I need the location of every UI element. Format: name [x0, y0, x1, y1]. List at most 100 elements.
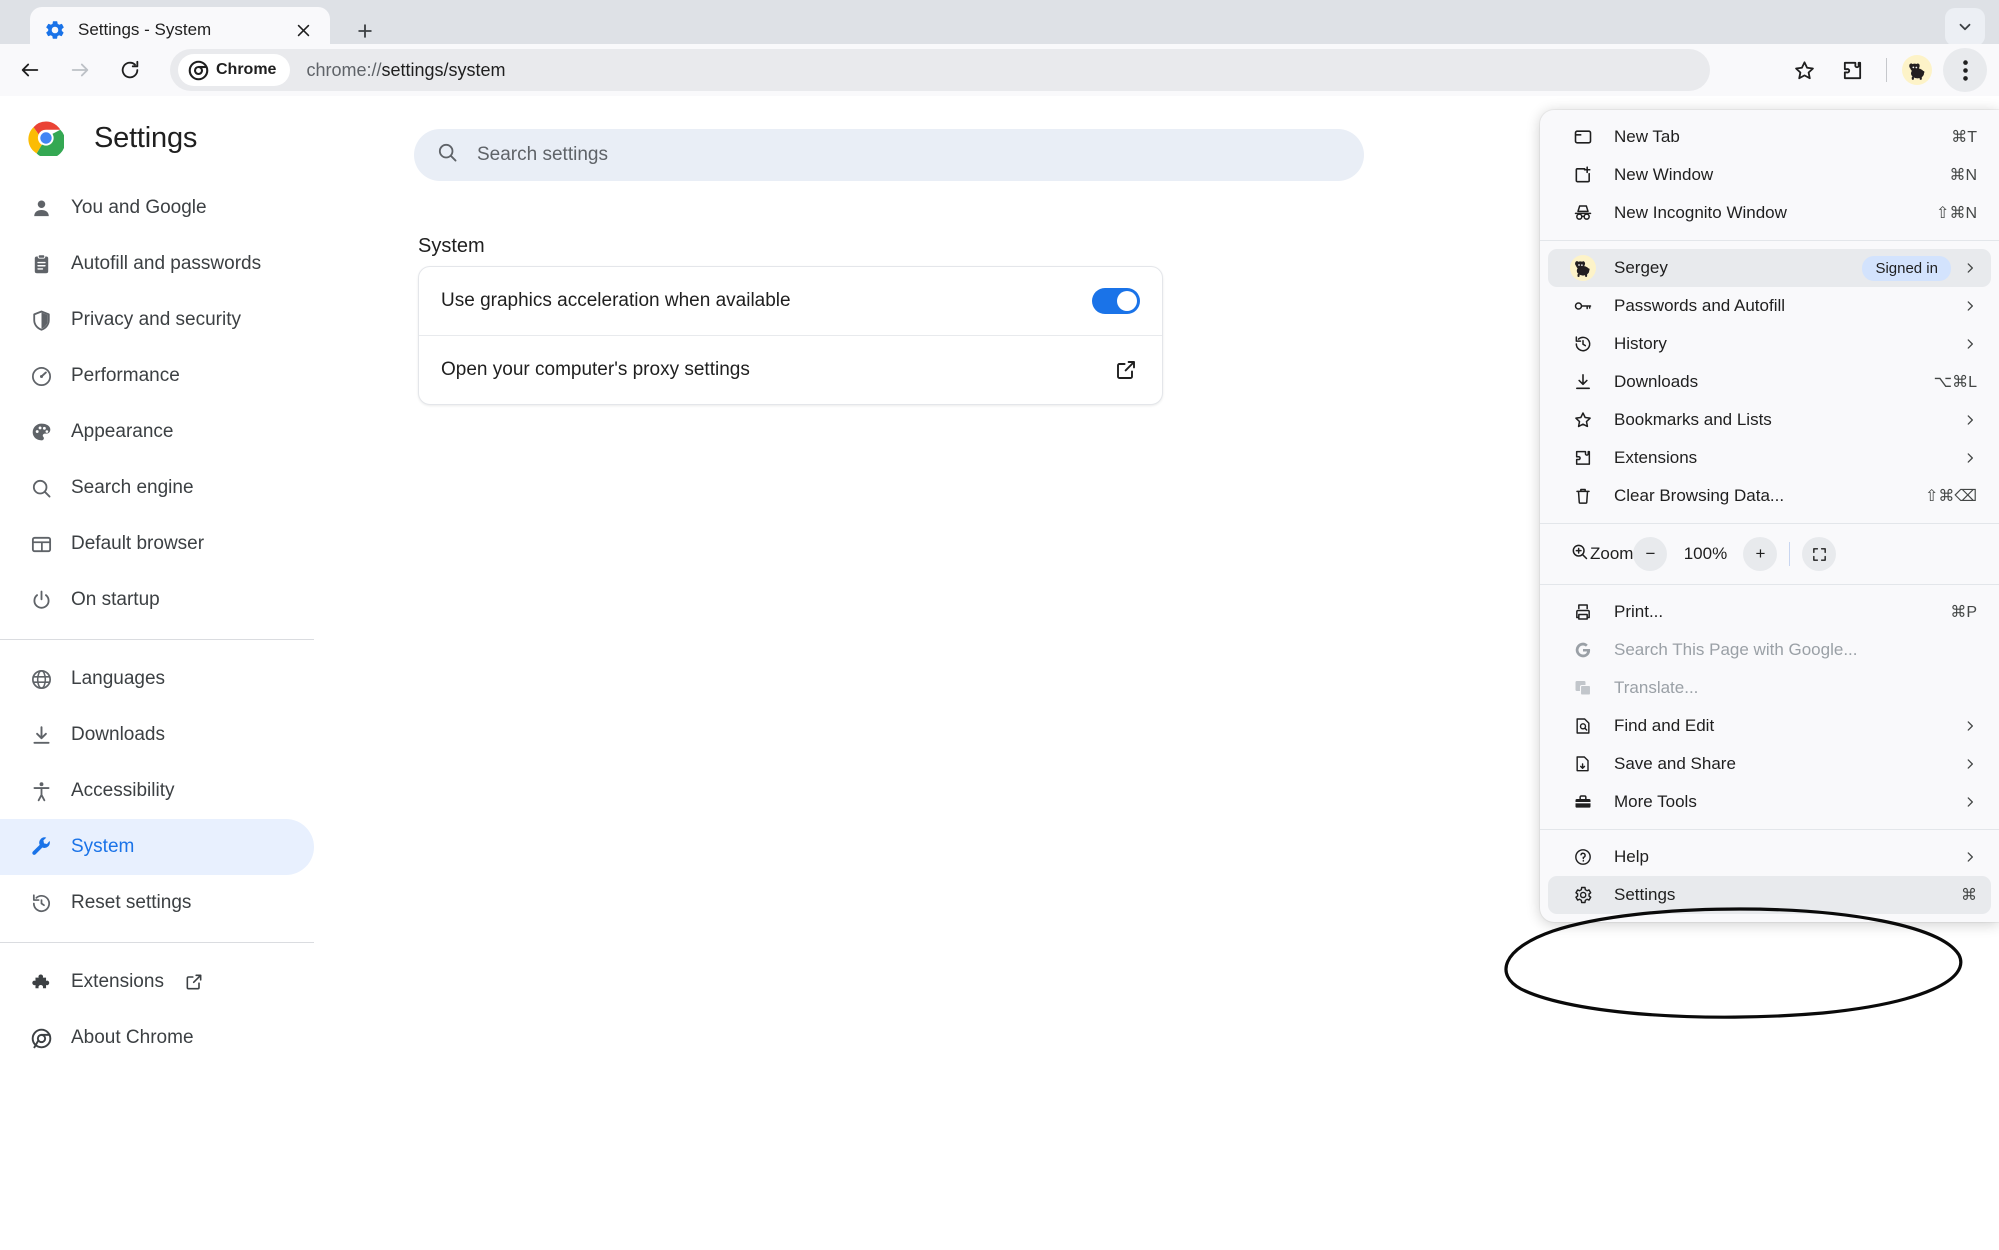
- menu-item-print[interactable]: Print... ⌘P: [1548, 593, 1991, 631]
- sidebar-item-downloads[interactable]: Downloads: [0, 707, 314, 763]
- menu-item-clear-browsing-data[interactable]: Clear Browsing Data... ⇧⌘⌫: [1548, 477, 1991, 515]
- menu-item-find-and-edit[interactable]: Find and Edit: [1548, 707, 1991, 745]
- menu-item-label: Help: [1614, 847, 1649, 866]
- menu-item-profile-sergey[interactable]: Sergey Signed in: [1548, 249, 1991, 287]
- menu-item-extensions[interactable]: Extensions: [1548, 439, 1991, 477]
- menu-item-label: Bookmarks and Lists: [1614, 410, 1772, 429]
- site-chip-label: Chrome: [216, 61, 277, 78]
- open-in-new-icon[interactable]: [1112, 358, 1140, 382]
- sidebar-item-on-startup[interactable]: On startup: [0, 572, 314, 628]
- zoom-in-button[interactable]: +: [1743, 537, 1778, 571]
- menu-item-settings[interactable]: Settings ⌘: [1548, 876, 1991, 914]
- star-icon: [1794, 60, 1814, 79]
- power-icon: [30, 589, 60, 612]
- sidebar-item-label: Languages: [71, 668, 166, 689]
- three-dot-menu-button[interactable]: [1943, 48, 1987, 92]
- sidebar-divider: [0, 639, 314, 640]
- setting-label: Use graphics acceleration when available: [441, 290, 791, 311]
- sidebar-item-label: Performance: [71, 365, 180, 386]
- sidebar-item-default-browser[interactable]: Default browser: [0, 516, 314, 572]
- menu-item-save-and-share[interactable]: Save and Share: [1548, 745, 1991, 783]
- menu-divider: [1540, 829, 1999, 830]
- setting-row-proxy-settings[interactable]: Open your computer's proxy settings: [419, 336, 1162, 404]
- forward-button[interactable]: [58, 48, 102, 92]
- gear-icon: [1570, 885, 1596, 905]
- sidebar-item-label: About Chrome: [71, 1027, 194, 1048]
- menu-item-label: Search This Page with Google...: [1614, 640, 1858, 659]
- sidebar-item-performance[interactable]: Performance: [0, 348, 314, 404]
- menu-item-shortcut: ⌘T: [1951, 129, 1977, 146]
- menu-item-shortcut: ⌘: [1961, 887, 1977, 904]
- zoom-out-button[interactable]: −: [1633, 537, 1668, 571]
- person-icon: [30, 197, 60, 220]
- menu-item-passwords-and-autofill[interactable]: Passwords and Autofill: [1548, 287, 1991, 325]
- menu-item-new-window[interactable]: New Window ⌘N: [1548, 156, 1991, 194]
- palette-icon: [30, 421, 60, 444]
- menu-item-more-tools[interactable]: More Tools: [1548, 783, 1991, 821]
- sidebar-item-search-engine[interactable]: Search engine: [0, 460, 314, 516]
- sidebar-item-languages[interactable]: Languages: [0, 651, 314, 707]
- arrow-back-icon: [21, 63, 39, 77]
- chevron-right-icon: [1963, 795, 1977, 809]
- new-tab-button[interactable]: [348, 14, 382, 48]
- find-icon: [1570, 716, 1596, 736]
- chevron-right-icon: [1963, 850, 1977, 864]
- sidebar-item-extensions[interactable]: Extensions: [0, 954, 314, 1010]
- sidebar-item-you-and-google[interactable]: You and Google: [0, 180, 314, 236]
- sidebar-item-label: Autofill and passwords: [71, 253, 262, 274]
- settings-card: Use graphics acceleration when available…: [418, 266, 1163, 405]
- fullscreen-button[interactable]: [1802, 537, 1837, 571]
- sidebar-item-system[interactable]: System: [0, 819, 314, 875]
- extensions-button[interactable]: [1830, 48, 1874, 92]
- menu-item-new-tab[interactable]: New Tab ⌘T: [1548, 118, 1991, 156]
- sidebar-group-1: You and Google Autofill and passwords Pr…: [0, 180, 346, 628]
- sidebar-item-label: System: [71, 836, 135, 857]
- menu-item-label: History: [1614, 334, 1667, 353]
- sidebar-item-accessibility[interactable]: Accessibility: [0, 763, 314, 819]
- back-button[interactable]: [8, 48, 52, 92]
- puzzle-piece-icon: [1570, 448, 1596, 468]
- menu-item-history[interactable]: History: [1548, 325, 1991, 363]
- trash-icon: [1570, 486, 1596, 506]
- url-path: settings/system: [381, 59, 506, 80]
- section-title: System: [418, 235, 485, 257]
- menu-item-shortcut: ⇧⌘⌫: [1924, 488, 1977, 505]
- menu-item-new-incognito-window[interactable]: New Incognito Window ⇧⌘N: [1548, 194, 1991, 232]
- wrench-icon: [30, 836, 60, 859]
- chevron-right-icon: [1963, 299, 1977, 313]
- graphics-acceleration-toggle[interactable]: [1092, 288, 1140, 314]
- chevron-right-icon: [1963, 757, 1977, 771]
- menu-item-bookmarks-and-lists[interactable]: Bookmarks and Lists: [1548, 401, 1991, 439]
- menu-divider: [1540, 584, 1999, 585]
- setting-row-graphics-acceleration[interactable]: Use graphics acceleration when available: [419, 267, 1162, 335]
- status-badge: Signed in: [1862, 255, 1951, 281]
- zoom-divider: [1789, 542, 1791, 566]
- close-icon[interactable]: [290, 17, 316, 43]
- sidebar-item-reset-settings[interactable]: Reset settings: [0, 875, 314, 931]
- sidebar-item-appearance[interactable]: Appearance: [0, 404, 314, 460]
- menu-item-label: More Tools: [1614, 792, 1697, 811]
- sidebar-item-privacy-and-security[interactable]: Privacy and security: [0, 292, 314, 348]
- menu-item-search-page-with-google: Search This Page with Google...: [1548, 631, 1991, 669]
- toggle-knob: [1117, 291, 1137, 311]
- menu-item-help[interactable]: Help: [1548, 838, 1991, 876]
- tab-search-button[interactable]: [1945, 8, 1985, 46]
- open-in-new-icon[interactable]: [184, 972, 204, 992]
- site-chip[interactable]: Chrome: [178, 54, 291, 86]
- profile-avatar-button[interactable]: [1895, 48, 1939, 92]
- menu-item-downloads[interactable]: Downloads ⌥⌘L: [1548, 363, 1991, 401]
- sidebar-item-label: Appearance: [71, 421, 174, 442]
- search-input[interactable]: Search settings: [414, 129, 1364, 181]
- sidebar-item-label: Downloads: [71, 724, 165, 745]
- address-bar[interactable]: Chrome chrome://settings/system: [170, 49, 1710, 91]
- bookmark-button[interactable]: [1782, 48, 1826, 92]
- sidebar-item-about-chrome[interactable]: About Chrome: [0, 1010, 314, 1066]
- setting-label: Open your computer's proxy settings: [441, 359, 750, 380]
- sidebar-item-autofill-and-passwords[interactable]: Autofill and passwords: [0, 236, 314, 292]
- sidebar-group-2: Languages Downloads Accessibility System…: [0, 651, 346, 931]
- reload-button[interactable]: [108, 48, 152, 92]
- chrome-icon: [188, 60, 209, 80]
- menu-item-shortcut: ⌘N: [1949, 167, 1977, 184]
- sidebar-item-label: On startup: [71, 589, 160, 610]
- toolbox-icon: [1570, 792, 1596, 812]
